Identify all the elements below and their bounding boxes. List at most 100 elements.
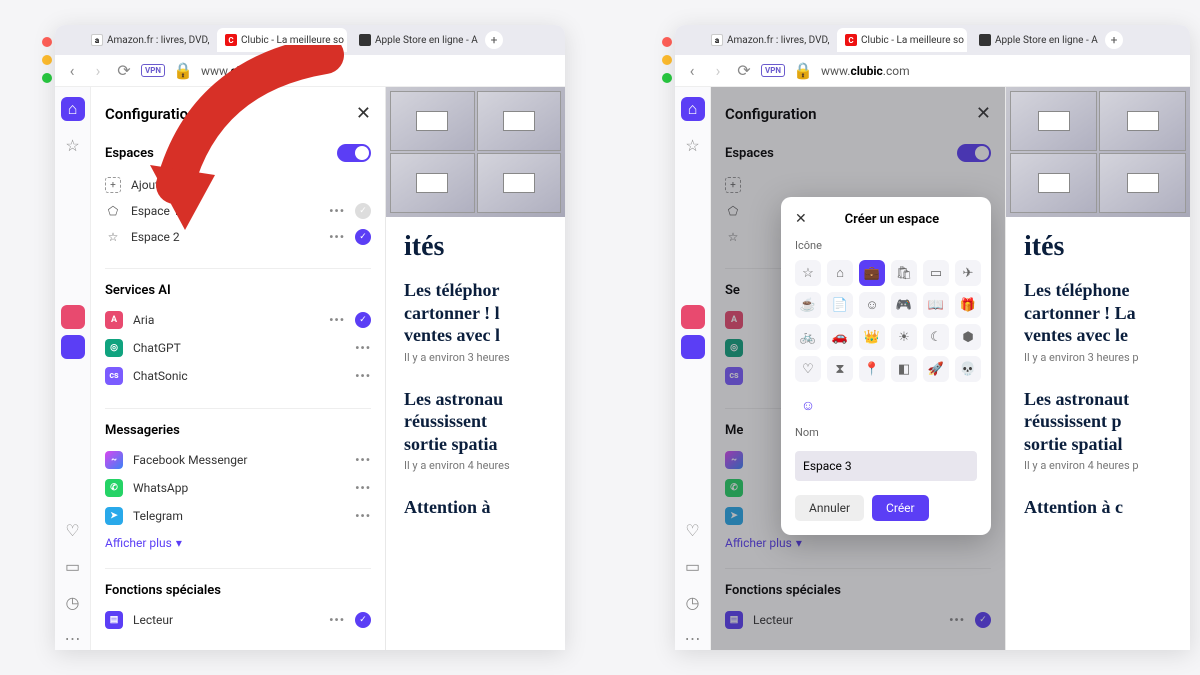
vpn-badge[interactable]: VPN [761, 64, 785, 77]
forward-button[interactable]: › [709, 62, 727, 80]
close-icon[interactable]: ✕ [356, 103, 371, 124]
icon-option[interactable]: ☀ [891, 324, 917, 350]
history-icon[interactable]: ◷ [681, 590, 705, 614]
icon-option[interactable]: ▭ [923, 260, 949, 286]
more-dots[interactable]: ••• [355, 341, 371, 355]
espace-name-input[interactable] [795, 451, 977, 481]
vpn-badge[interactable]: VPN [141, 64, 165, 77]
window-minimize[interactable] [662, 55, 672, 65]
tab-clubic[interactable]: CClubic - La meilleure so [217, 28, 347, 52]
icon-option[interactable]: ⌂ [827, 260, 853, 286]
icon-option[interactable]: ⧗ [827, 356, 853, 382]
icon-option[interactable]: 🎮 [891, 292, 917, 318]
ai-row[interactable]: A Aria ••• ✓ [105, 306, 371, 334]
chat-icon[interactable]: ▭ [681, 554, 705, 578]
icon-option[interactable]: 🚀 [923, 356, 949, 382]
icon-option[interactable]: ✈ [955, 260, 981, 286]
article-title[interactable]: Attention à [386, 486, 565, 521]
check-off-icon[interactable]: ✓ [355, 203, 371, 219]
star-icon[interactable]: ☆ [681, 133, 705, 157]
url-text[interactable]: www.cl [201, 64, 240, 78]
article-title[interactable]: Les astronaut réussissent p sortie spati… [1006, 378, 1190, 458]
icon-option[interactable]: 💀 [955, 356, 981, 382]
espace-row[interactable]: ⬠ Espace 1 ••• ✓ [105, 198, 371, 224]
article-title[interactable]: Les téléphone cartonner ! La ventes avec… [1006, 269, 1190, 349]
show-more-link[interactable]: Afficher plus▾ [105, 536, 371, 550]
reload-button[interactable]: ⟳ [115, 62, 133, 80]
window-minimize[interactable] [42, 55, 52, 65]
msg-row[interactable]: ➤ Telegram ••• [105, 502, 371, 530]
window-maximize[interactable] [662, 73, 672, 83]
ai-row[interactable]: ◎ ChatGPT ••• [105, 334, 371, 362]
more-dots[interactable]: ••• [355, 369, 371, 383]
icon-option[interactable]: 👑 [859, 324, 885, 350]
article-title[interactable]: Attention à c [1006, 486, 1190, 521]
new-tab-button[interactable]: + [1105, 31, 1123, 49]
create-button[interactable]: Créer [872, 495, 929, 521]
tab-apple[interactable]: Apple Store en ligne - A [971, 28, 1101, 52]
msg-row[interactable]: ~ Facebook Messenger ••• [105, 446, 371, 474]
history-icon[interactable]: ◷ [61, 590, 85, 614]
cancel-button[interactable]: Annuler [795, 495, 864, 521]
check-on-icon[interactable]: ✓ [355, 229, 371, 245]
forward-button[interactable]: › [89, 62, 107, 80]
special-row[interactable]: ▤ Lecteur ••• ✓ [105, 606, 371, 634]
chat-icon[interactable]: ▭ [61, 554, 85, 578]
check-on-icon[interactable]: ✓ [355, 312, 371, 328]
icon-option[interactable]: 📄 [827, 292, 853, 318]
icon-option[interactable]: ☕ [795, 292, 821, 318]
tab-amazon[interactable]: aAmazon.fr : livres, DVD, [83, 28, 213, 52]
more-dots[interactable]: ••• [329, 230, 345, 244]
heart-icon[interactable]: ♡ [61, 518, 85, 542]
icon-option[interactable]: ♡ [795, 356, 821, 382]
tab-amazon[interactable]: aAmazon.fr : livres, DVD, [703, 28, 833, 52]
icon-option[interactable]: ⬢ [955, 324, 981, 350]
icon-option[interactable]: 🚗 [827, 324, 853, 350]
espace-row[interactable]: ☆ Espace 2 ••• ✓ [105, 224, 371, 250]
icon-option[interactable]: ☺ [859, 292, 885, 318]
more-icon[interactable]: ⋯ [61, 626, 85, 650]
more-dots[interactable]: ••• [355, 481, 371, 495]
more-icon[interactable]: ⋯ [681, 626, 705, 650]
more-dots[interactable]: ••• [329, 613, 345, 627]
emoji-picker-button[interactable]: ☺ [795, 392, 821, 418]
espaces-toggle[interactable] [337, 144, 371, 162]
icon-option[interactable]: 📖 [923, 292, 949, 318]
tab-clubic[interactable]: CClubic - La meilleure so [837, 28, 967, 52]
tab-apple[interactable]: Apple Store en ligne - A [351, 28, 481, 52]
add-espace-row[interactable]: + Ajouter plus [105, 172, 371, 198]
aria-app-icon[interactable] [61, 305, 85, 329]
more-dots[interactable]: ••• [355, 453, 371, 467]
more-dots[interactable]: ••• [329, 204, 345, 218]
more-dots[interactable]: ••• [355, 509, 371, 523]
back-button[interactable]: ‹ [63, 62, 81, 80]
icon-option[interactable]: 💼 [859, 260, 885, 286]
icon-option[interactable]: 📍 [859, 356, 885, 382]
icon-option[interactable]: ☾ [923, 324, 949, 350]
music-app-icon[interactable] [61, 335, 85, 359]
icon-option[interactable]: 🚲 [795, 324, 821, 350]
heart-icon[interactable]: ♡ [681, 518, 705, 542]
new-tab-button[interactable]: + [485, 31, 503, 49]
window-close[interactable] [662, 37, 672, 47]
ai-row[interactable]: cs ChatSonic ••• [105, 362, 371, 390]
star-icon[interactable]: ☆ [61, 133, 85, 157]
music-app-icon[interactable] [681, 335, 705, 359]
back-button[interactable]: ‹ [683, 62, 701, 80]
home-icon[interactable]: ⌂ [61, 97, 85, 121]
window-close[interactable] [42, 37, 52, 47]
icon-option[interactable]: ☆ [795, 260, 821, 286]
icon-option[interactable]: 🎁 [955, 292, 981, 318]
modal-close-icon[interactable]: ✕ [795, 211, 807, 227]
icon-option[interactable]: ◧ [891, 356, 917, 382]
more-dots[interactable]: ••• [329, 313, 345, 327]
icon-option[interactable]: 🛍 [891, 260, 917, 286]
aria-app-icon[interactable] [681, 305, 705, 329]
home-icon[interactable]: ⌂ [681, 97, 705, 121]
window-maximize[interactable] [42, 73, 52, 83]
reload-button[interactable]: ⟳ [735, 62, 753, 80]
msg-row[interactable]: ✆ WhatsApp ••• [105, 474, 371, 502]
article-title[interactable]: Les astronau réussissent sortie spatia [386, 378, 565, 458]
check-on-icon[interactable]: ✓ [355, 612, 371, 628]
url-text[interactable]: www.clubic.com [821, 64, 910, 78]
